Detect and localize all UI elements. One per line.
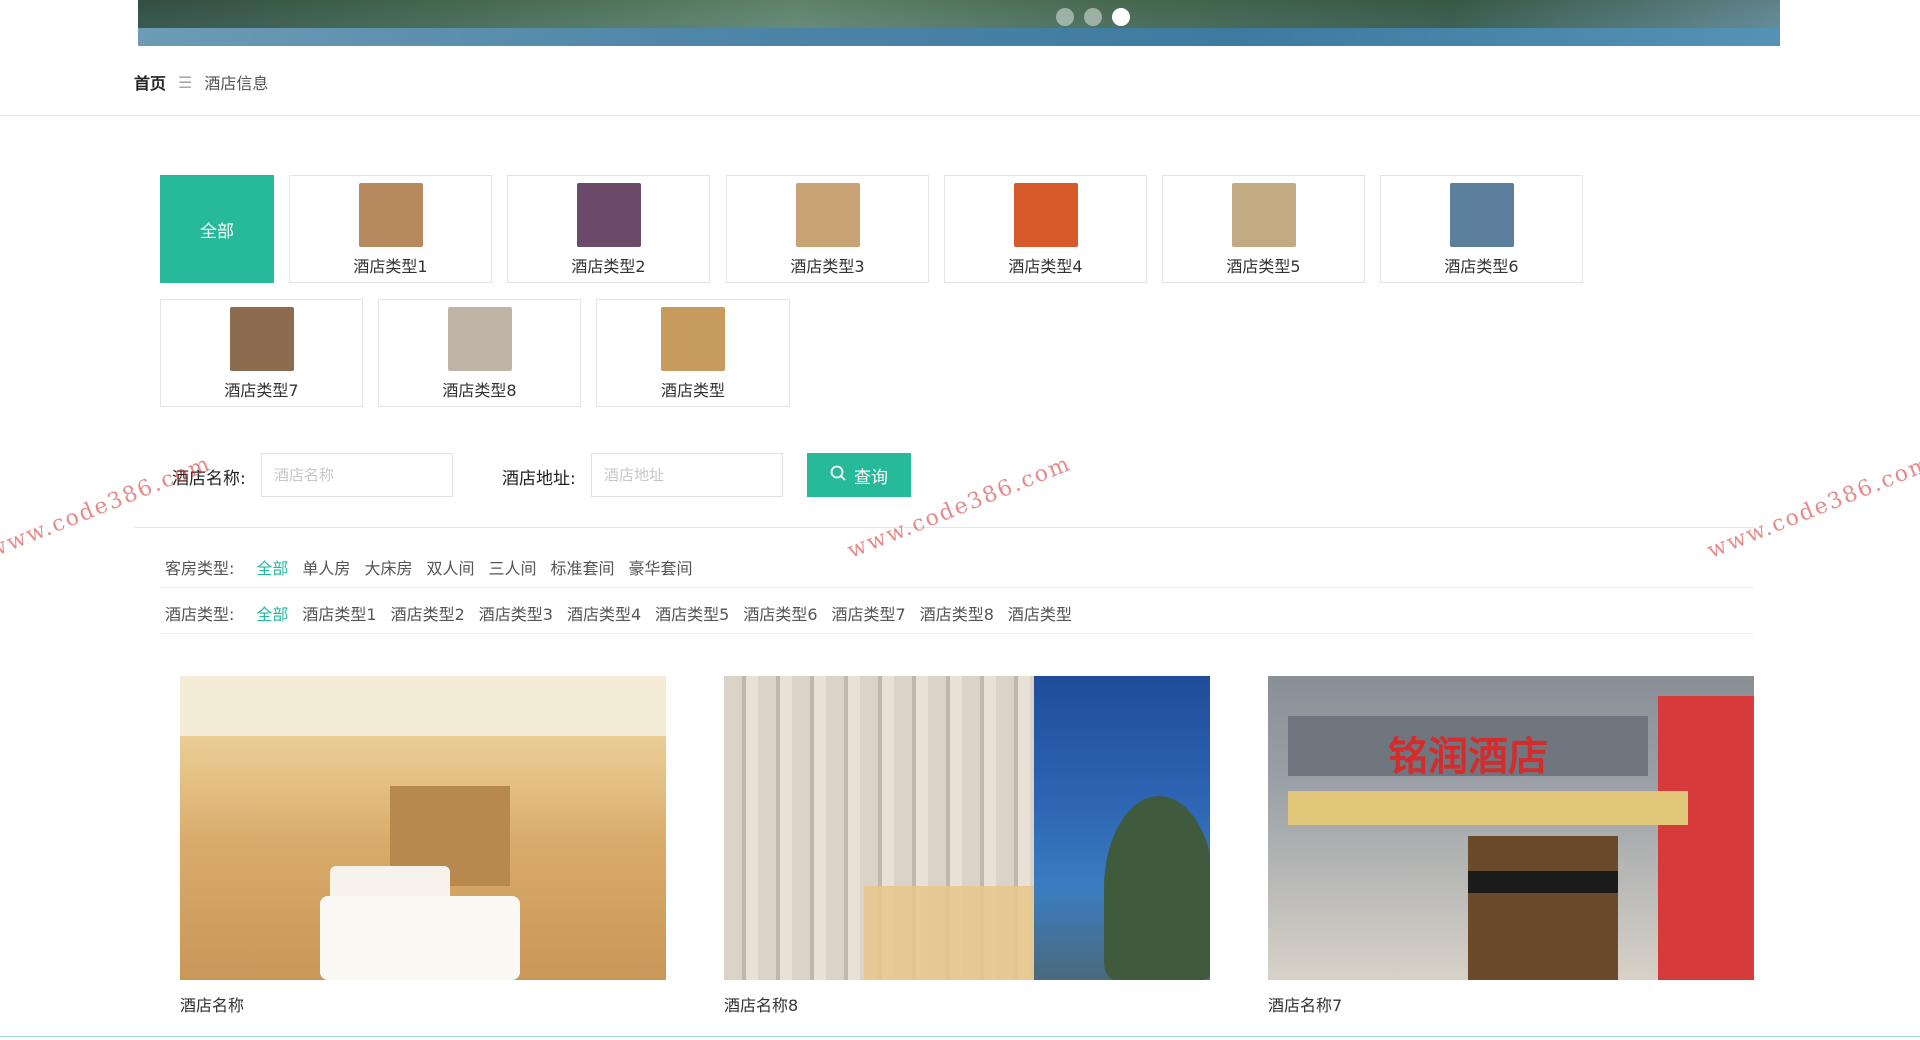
filter-option[interactable]: 双人间	[426, 555, 474, 579]
category-tile-type4[interactable]: 酒店类型4	[944, 175, 1147, 283]
hotel-card[interactable]: 酒店名称	[180, 676, 666, 1016]
filter-option[interactable]: 三人间	[488, 555, 536, 579]
page-bottom-border	[0, 1036, 1920, 1037]
hotel-image	[724, 676, 1210, 980]
category-label: 酒店类型	[660, 381, 725, 400]
hotel-name: 酒店名称7	[1268, 996, 1343, 1015]
category-tile-type3[interactable]: 酒店类型3	[726, 175, 929, 283]
carousel-dot-2[interactable]	[1084, 8, 1102, 26]
carousel-indicators	[1056, 8, 1130, 26]
filter-option[interactable]: 酒店类型4	[567, 601, 641, 625]
hotel-name-input[interactable]	[261, 453, 453, 497]
search-icon	[830, 465, 846, 486]
category-tile-type[interactable]: 酒店类型	[596, 299, 790, 407]
hotel-card[interactable]: 酒店名称8	[724, 676, 1210, 1016]
divider	[0, 115, 1920, 116]
category-label: 酒店类型8	[442, 381, 517, 400]
filter-option[interactable]: 酒店类型3	[479, 601, 553, 625]
breadcrumb-separator-icon: ☰	[178, 72, 193, 92]
filter-option[interactable]: 酒店类型2	[391, 601, 465, 625]
watermark-text: www.code386.com	[1704, 451, 1920, 564]
filter-option[interactable]: 豪华套间	[629, 555, 693, 579]
filter-title: 酒店类型:	[165, 605, 235, 624]
category-thumbnail	[1449, 183, 1514, 247]
category-label: 酒店类型7	[224, 381, 299, 400]
category-tile-type1[interactable]: 酒店类型1	[289, 175, 492, 283]
breadcrumb-home[interactable]: 首页	[134, 70, 166, 94]
filter-hotel-type: 酒店类型: 全部 酒店类型1 酒店类型2 酒店类型3 酒店类型4 酒店类型5 酒…	[165, 601, 1086, 625]
filter-option[interactable]: 酒店类型1	[302, 601, 376, 625]
breadcrumb-current: 酒店信息	[204, 74, 269, 93]
hotel-image	[180, 676, 666, 980]
category-thumbnail	[1013, 183, 1078, 247]
category-label: 酒店类型2	[571, 257, 646, 276]
category-tile-type6[interactable]: 酒店类型6	[1380, 175, 1583, 283]
category-thumbnail	[795, 183, 860, 247]
filter-option[interactable]: 全部	[256, 555, 288, 579]
hotel-address-label: 酒店地址:	[502, 469, 576, 489]
divider	[160, 633, 1754, 634]
filter-option[interactable]: 酒店类型5	[655, 601, 729, 625]
banner-image-water	[138, 28, 1780, 46]
category-thumbnail	[229, 307, 294, 371]
hotel-name: 酒店名称8	[724, 996, 799, 1015]
filter-option[interactable]: 全部	[256, 601, 288, 625]
carousel-dot-3[interactable]	[1112, 8, 1130, 26]
category-thumbnail	[358, 183, 423, 247]
banner-carousel[interactable]	[138, 0, 1780, 46]
category-tile-all[interactable]: 全部	[160, 175, 274, 283]
category-label: 酒店类型1	[353, 257, 428, 276]
hotel-address-input[interactable]	[591, 453, 783, 497]
filter-option[interactable]: 大床房	[364, 555, 412, 579]
hotel-name-label: 酒店名称:	[172, 469, 246, 489]
filter-title: 客房类型:	[165, 559, 235, 578]
hotel-sign-text: 铭润酒店	[1388, 733, 1548, 780]
category-tile-type5[interactable]: 酒店类型5	[1162, 175, 1365, 283]
filter-option[interactable]: 酒店类型6	[743, 601, 817, 625]
category-label: 酒店类型6	[1444, 257, 1519, 276]
category-tile-type8[interactable]: 酒店类型8	[378, 299, 581, 407]
hotel-image: 铭润酒店	[1268, 676, 1754, 980]
hotel-name: 酒店名称	[180, 996, 245, 1015]
category-thumbnail	[1231, 183, 1296, 247]
category-thumbnail	[661, 307, 725, 371]
filter-option[interactable]: 单人房	[302, 555, 350, 579]
banner-image-landscape	[138, 0, 1780, 28]
carousel-dot-1[interactable]	[1056, 8, 1074, 26]
category-label: 酒店类型5	[1226, 257, 1301, 276]
divider	[160, 587, 1754, 588]
divider	[134, 527, 1754, 528]
hotel-card[interactable]: 铭润酒店 酒店名称7	[1268, 676, 1754, 1016]
filter-option[interactable]: 酒店类型	[1008, 601, 1072, 625]
category-label: 全部	[200, 221, 234, 242]
category-tile-type7[interactable]: 酒店类型7	[160, 299, 363, 407]
filter-room-type: 客房类型: 全部 单人房 大床房 双人间 三人间 标准套间 豪华套间	[165, 555, 707, 579]
category-label: 酒店类型3	[790, 257, 865, 276]
category-tile-type2[interactable]: 酒店类型2	[507, 175, 710, 283]
filter-option[interactable]: 标准套间	[550, 555, 614, 579]
category-thumbnail	[447, 307, 512, 371]
breadcrumb: 首页 ☰ 酒店信息	[134, 70, 268, 94]
filter-option[interactable]: 酒店类型7	[832, 601, 906, 625]
search-button[interactable]: 查询	[807, 453, 911, 497]
filter-option[interactable]: 酒店类型8	[920, 601, 994, 625]
search-button-label: 查询	[854, 467, 888, 488]
category-thumbnail	[576, 183, 641, 247]
category-label: 酒店类型4	[1008, 257, 1083, 276]
